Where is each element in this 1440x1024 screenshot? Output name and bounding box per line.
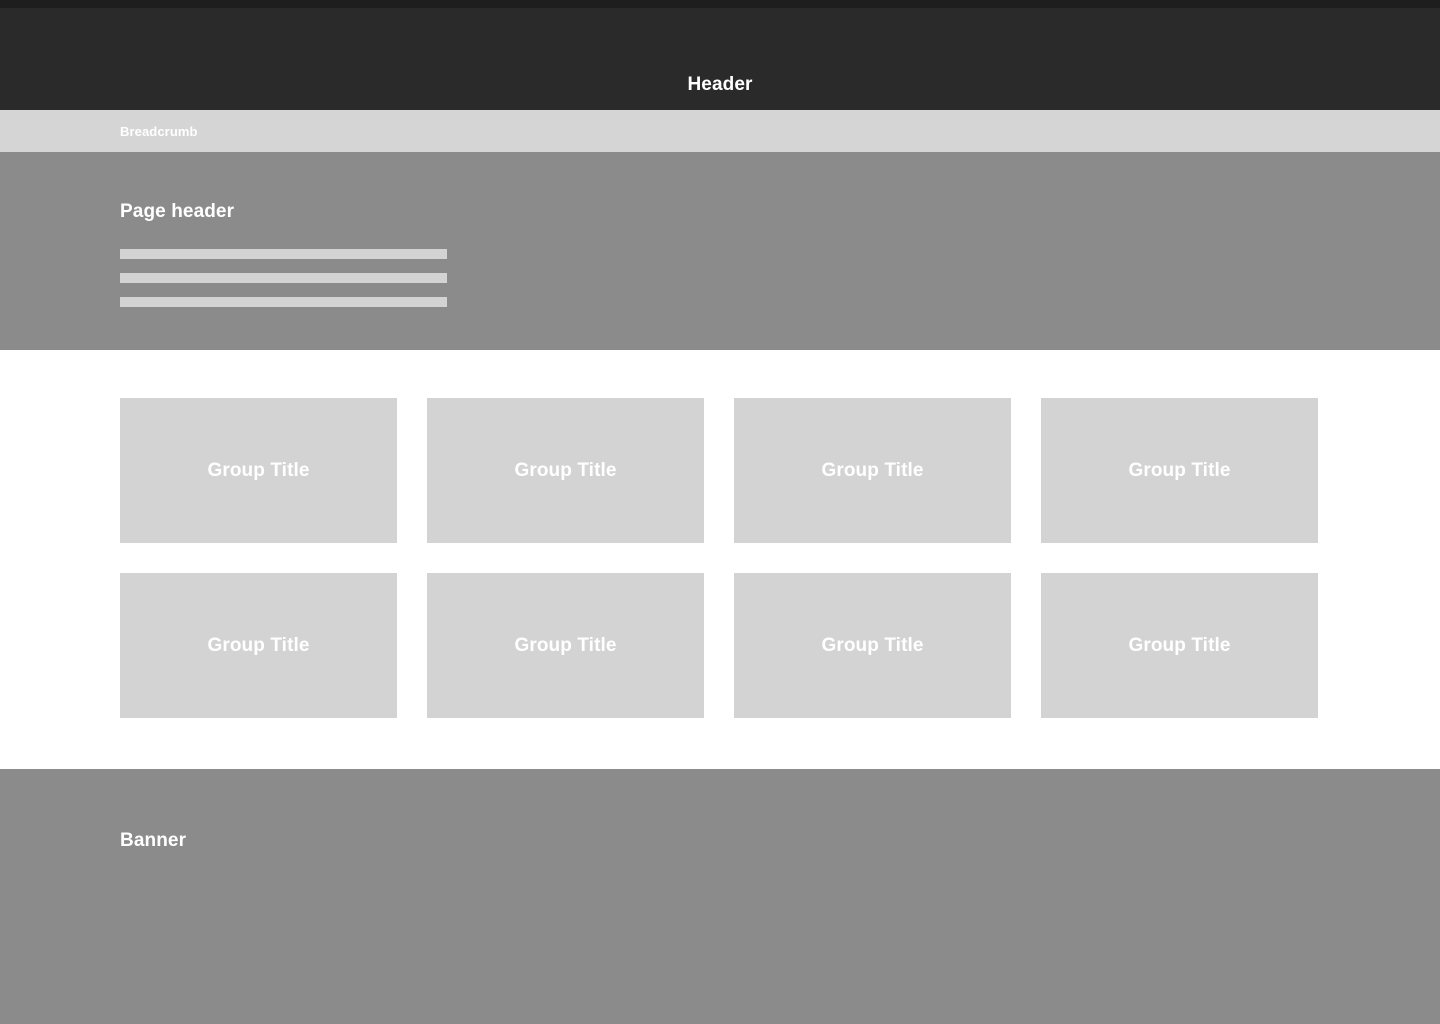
- group-card-title: Group Title: [1128, 635, 1231, 656]
- group-card-title: Group Title: [514, 635, 617, 656]
- group-card[interactable]: Group Title: [1041, 573, 1318, 718]
- header-title: Header: [687, 74, 753, 95]
- group-card[interactable]: Group Title: [427, 398, 704, 543]
- top-accent-strip: [0, 0, 1440, 8]
- group-card-title: Group Title: [1128, 460, 1231, 481]
- skeleton-line: [120, 249, 447, 259]
- group-card[interactable]: Group Title: [427, 573, 704, 718]
- skeleton-line: [120, 273, 447, 283]
- banner-section: Banner: [0, 769, 1440, 1024]
- banner-title: Banner: [120, 830, 187, 851]
- skeleton-line: [120, 297, 447, 307]
- breadcrumb[interactable]: Breadcrumb: [120, 124, 198, 139]
- group-card[interactable]: Group Title: [734, 398, 1011, 543]
- content-area: Group Title Group Title Group Title Grou…: [0, 350, 1440, 769]
- page-root: Header Breadcrumb Page header Group Titl…: [0, 0, 1440, 1024]
- skeleton-placeholder-group: [120, 249, 447, 307]
- group-card[interactable]: Group Title: [120, 573, 397, 718]
- group-card-title: Group Title: [514, 460, 617, 481]
- site-header: Header: [0, 8, 1440, 110]
- card-grid: Group Title Group Title Group Title Grou…: [120, 398, 1318, 718]
- group-card[interactable]: Group Title: [120, 398, 397, 543]
- group-card-title: Group Title: [207, 635, 310, 656]
- breadcrumb-bar: Breadcrumb: [0, 110, 1440, 152]
- group-card-title: Group Title: [207, 460, 310, 481]
- page-title: Page header: [120, 201, 235, 222]
- page-header-section: Page header: [0, 152, 1440, 350]
- group-card-title: Group Title: [821, 635, 924, 656]
- group-card[interactable]: Group Title: [734, 573, 1011, 718]
- group-card[interactable]: Group Title: [1041, 398, 1318, 543]
- group-card-title: Group Title: [821, 460, 924, 481]
